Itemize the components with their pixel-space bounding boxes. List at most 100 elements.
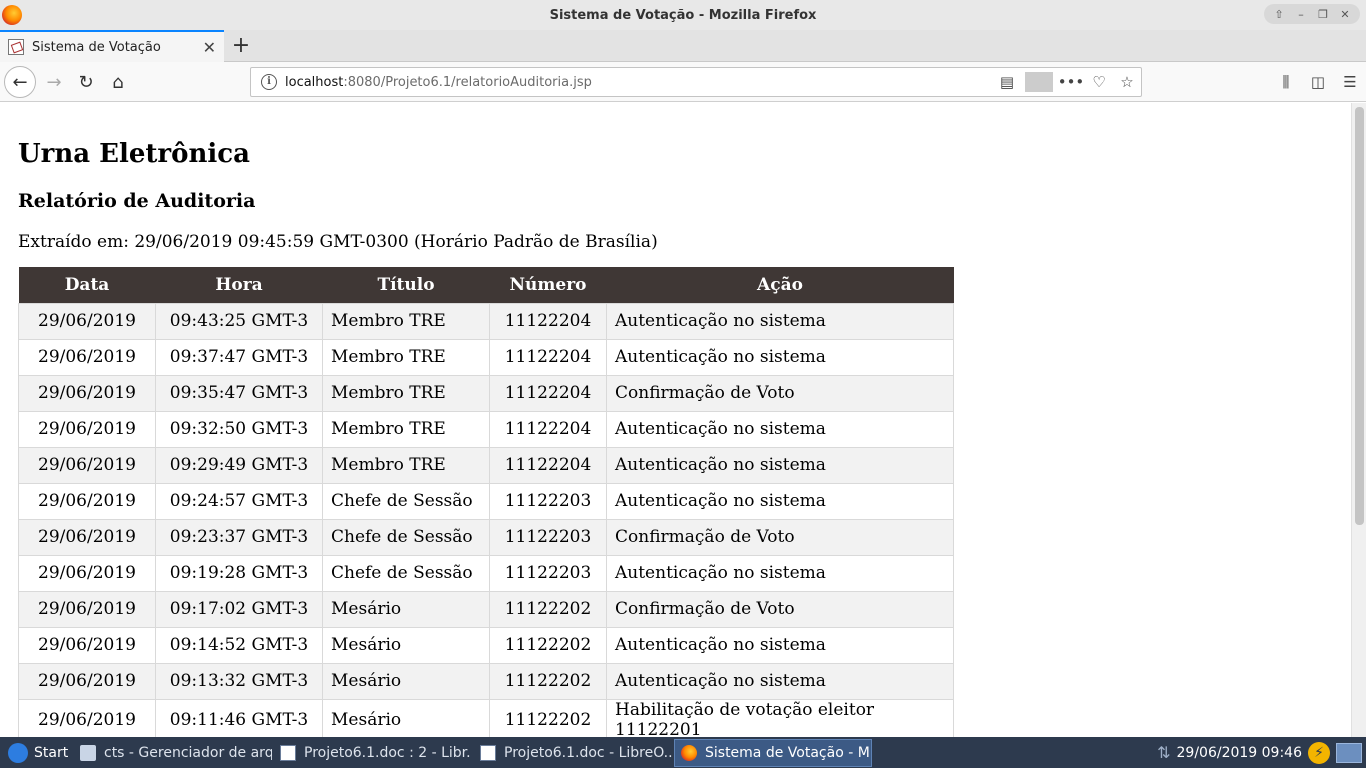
clock[interactable]: 29/06/2019 09:46: [1177, 745, 1303, 761]
cell-titulo: Chefe de Sessão: [322, 554, 490, 592]
audit-table: Data Hora Título Número Ação 29/06/2019 0…: [18, 267, 954, 737]
column-header-titulo: Título: [322, 267, 490, 303]
cell-hora: 09:24:57 GMT-3: [155, 482, 323, 520]
table-row: 29/06/2019 09:14:52 GMT-3 Mesário 11122202 A…: [18, 626, 954, 664]
page-subtitle: Relatório de Auditoria: [18, 190, 256, 212]
window-controls: ⇧ – ❐ ✕: [1264, 4, 1360, 24]
cell-data: 29/06/2019: [18, 554, 156, 592]
column-header-data: Data: [18, 267, 156, 303]
bookmark-star-icon[interactable]: ☆: [1113, 73, 1141, 91]
cell-acao: Confirmação de Voto: [606, 590, 954, 628]
table-row: 29/06/2019 09:24:57 GMT-3 Chefe de Sessão 1…: [18, 482, 954, 520]
table-row: 29/06/2019 09:43:25 GMT-3 Membro TRE 111222…: [18, 302, 954, 340]
cell-titulo: Membro TRE: [322, 446, 490, 484]
cell-data: 29/06/2019: [18, 698, 156, 737]
cell-hora: 09:11:46 GMT-3: [155, 698, 323, 737]
reader-view-icon[interactable]: ▤: [993, 73, 1021, 91]
cell-titulo: Membro TRE: [322, 302, 490, 340]
table-row: 29/06/2019 09:37:47 GMT-3 Membro TRE 111222…: [18, 338, 954, 376]
taskbar-item-libreoffice-1[interactable]: Projeto6.1.doc : 2 - Libr...: [274, 739, 472, 767]
taskbar-item-libreoffice-2[interactable]: Projeto6.1.doc - LibreO...: [474, 739, 672, 767]
table-header-row: Data Hora Título Número Ação: [18, 267, 954, 303]
cell-hora: 09:37:47 GMT-3: [155, 338, 323, 376]
url-path: :8080/Projeto6.1/relatorioAuditoria.jsp: [343, 74, 592, 90]
site-info-icon[interactable]: i: [261, 74, 277, 90]
system-tray: ⇅ 29/06/2019 09:46 ⚡: [1157, 737, 1366, 768]
cell-titulo: Mesário: [322, 590, 490, 628]
toolbar-right: ⫼ ◫ ☰: [1270, 66, 1366, 98]
cell-hora: 09:35:47 GMT-3: [155, 374, 323, 412]
taskbar-item-firefox[interactable]: Sistema de Votação - M...: [674, 739, 872, 767]
library-icon[interactable]: ⫼: [1270, 66, 1302, 98]
url-bar-actions: ▤ ••• ♡ ☆: [993, 68, 1141, 96]
restore-icon[interactable]: ❐: [1314, 6, 1332, 22]
folder-icon: [80, 745, 96, 761]
cell-data: 29/06/2019: [18, 626, 156, 664]
cell-numero: 11122203: [489, 518, 607, 556]
taskbar: Start cts - Gerenciador de arq... Projet…: [0, 737, 1366, 768]
taskbar-item-file-manager[interactable]: cts - Gerenciador de arq...: [74, 739, 272, 767]
cell-hora: 09:29:49 GMT-3: [155, 446, 323, 484]
cell-numero: 11122202: [489, 626, 607, 664]
cell-hora: 09:43:25 GMT-3: [155, 302, 323, 340]
pocket-icon[interactable]: ♡: [1085, 73, 1113, 91]
cell-data: 29/06/2019: [18, 374, 156, 412]
taskbar-item-label: Sistema de Votação - M...: [705, 745, 872, 761]
column-header-numero: Número: [489, 267, 607, 303]
menu-icon[interactable]: ☰: [1334, 66, 1366, 98]
cell-acao: Confirmação de Voto: [606, 374, 954, 412]
tab-strip: Sistema de Votação ✕ +: [0, 30, 1366, 62]
tab-label: Sistema de Votação: [32, 39, 161, 55]
url-bar[interactable]: i localhost:8080/Projeto6.1/relatorioAud…: [250, 67, 1142, 97]
up-icon[interactable]: ⇧: [1270, 6, 1288, 22]
page-title: Urna Eletrônica: [18, 139, 250, 169]
cell-data: 29/06/2019: [18, 302, 156, 340]
page-scrollbar[interactable]: [1351, 103, 1366, 737]
cell-numero: 11122203: [489, 482, 607, 520]
close-icon[interactable]: ✕: [1336, 6, 1354, 22]
cell-acao: Autenticação no sistema: [606, 446, 954, 484]
tab-close-icon[interactable]: ✕: [203, 38, 216, 57]
reload-button[interactable]: ↻: [70, 66, 102, 98]
cell-acao: Autenticação no sistema: [606, 554, 954, 592]
table-row: 29/06/2019 09:11:46 GMT-3 Mesário 11122202 H…: [18, 698, 954, 737]
cell-titulo: Membro TRE: [322, 410, 490, 448]
column-header-hora: Hora: [155, 267, 323, 303]
tab-sistema-de-votacao[interactable]: Sistema de Votação ✕: [0, 30, 224, 62]
cell-data: 29/06/2019: [18, 446, 156, 484]
taskbar-item-label: cts - Gerenciador de arq...: [104, 745, 272, 761]
extraction-timestamp: Extraído em: 29/06/2019 09:45:59 GMT-030…: [18, 232, 658, 252]
cell-hora: 09:17:02 GMT-3: [155, 590, 323, 628]
minimize-icon[interactable]: –: [1292, 6, 1310, 22]
sidebar-icon[interactable]: ◫: [1302, 66, 1334, 98]
cell-titulo: Mesário: [322, 698, 490, 737]
page-actions-icon[interactable]: •••: [1057, 73, 1085, 91]
cell-titulo: Membro TRE: [322, 338, 490, 376]
taskbar-item-label: Projeto6.1.doc : 2 - Libr...: [304, 745, 472, 761]
start-button[interactable]: Start: [2, 740, 74, 766]
show-desktop-icon[interactable]: [1336, 742, 1362, 763]
back-button[interactable]: ←: [4, 66, 36, 98]
cell-acao: Habilitação de votação eleitor 11122201: [606, 698, 954, 737]
cell-hora: 09:32:50 GMT-3: [155, 410, 323, 448]
cell-numero: 11122202: [489, 590, 607, 628]
cell-data: 29/06/2019: [18, 482, 156, 520]
column-header-acao: Ação: [606, 267, 954, 303]
table-row: 29/06/2019 09:32:50 GMT-3 Membro TRE 111222…: [18, 410, 954, 448]
cell-data: 29/06/2019: [18, 662, 156, 700]
cell-data: 29/06/2019: [18, 338, 156, 376]
network-icon[interactable]: ⇅: [1157, 743, 1170, 762]
cell-acao: Autenticação no sistema: [606, 302, 954, 340]
table-body: 29/06/2019 09:43:25 GMT-3 Membro TRE 111222…: [18, 302, 954, 737]
new-tab-button[interactable]: +: [230, 33, 252, 58]
start-label: Start: [34, 745, 69, 761]
url-host: localhost: [285, 74, 344, 90]
cell-titulo: Mesário: [322, 626, 490, 664]
power-icon[interactable]: ⚡: [1308, 741, 1330, 764]
cell-hora: 09:23:37 GMT-3: [155, 518, 323, 556]
cell-acao: Autenticação no sistema: [606, 662, 954, 700]
forward-button[interactable]: →: [38, 66, 70, 98]
home-button[interactable]: ⌂: [102, 66, 134, 98]
scrollbar-thumb[interactable]: [1355, 107, 1364, 525]
document-icon: [280, 745, 296, 761]
